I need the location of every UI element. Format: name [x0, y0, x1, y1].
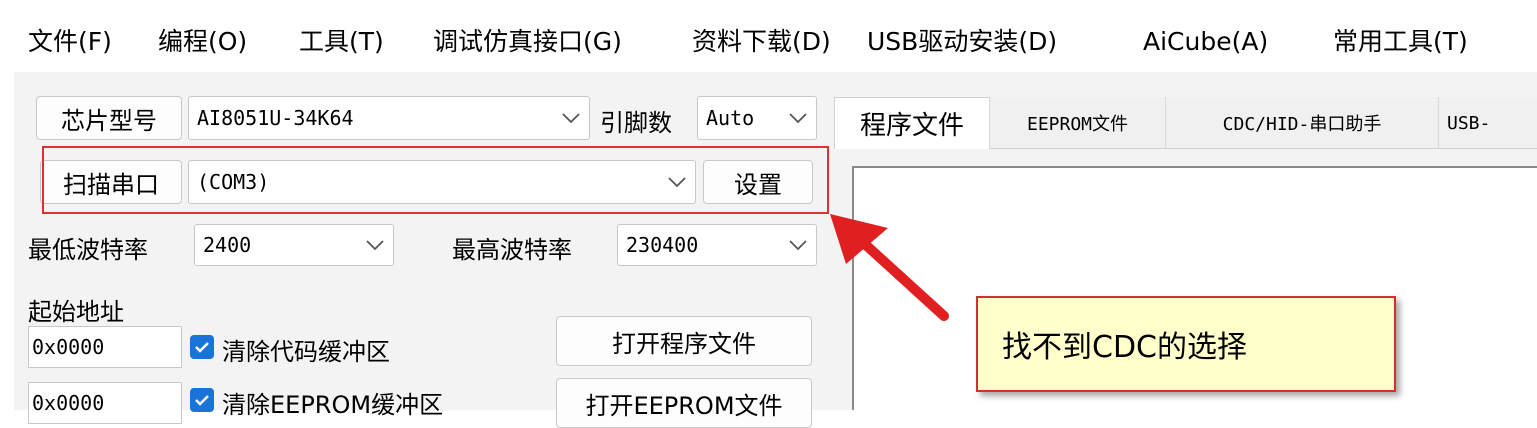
- tab-eeprom-file[interactable]: EEPROM文件: [990, 97, 1166, 149]
- menu-usb-driver[interactable]: USB驱动安装(D): [867, 24, 1057, 60]
- highlight-box: [42, 146, 829, 214]
- chevron-down-icon: [789, 240, 807, 251]
- menu-debug-interface[interactable]: 调试仿真接口(G): [433, 24, 622, 60]
- menu-file[interactable]: 文件(F): [28, 24, 112, 60]
- menu-aicube[interactable]: AiCube(A): [1143, 24, 1268, 60]
- arrow-icon: [830, 214, 949, 321]
- start-address-label: 起始地址: [28, 298, 124, 326]
- menu-tools[interactable]: 工具(T): [299, 24, 384, 60]
- tab-usb[interactable]: USB-: [1439, 97, 1537, 149]
- max-baud-select[interactable]: 230400: [617, 224, 817, 266]
- menu-common-tools[interactable]: 常用工具(T): [1333, 24, 1468, 60]
- code-start-address-input[interactable]: 0x0000: [28, 326, 182, 368]
- min-baud-label: 最低波特率: [28, 236, 148, 264]
- clear-code-buffer-checkbox[interactable]: [190, 335, 214, 359]
- menu-program[interactable]: 编程(O): [158, 24, 247, 60]
- eeprom-start-address-input[interactable]: 0x0000: [28, 382, 182, 424]
- min-baud-select[interactable]: 2400: [194, 224, 394, 266]
- open-eeprom-file-button[interactable]: 打开EEPROM文件: [556, 378, 812, 428]
- tab-program-file[interactable]: 程序文件: [834, 97, 990, 149]
- clear-eeprom-buffer-label: 清除EEPROM缓冲区: [222, 391, 444, 419]
- clear-code-buffer-label: 清除代码缓冲区: [222, 338, 390, 366]
- pin-count-label: 引脚数: [600, 109, 672, 137]
- check-icon: [195, 395, 209, 406]
- clear-eeprom-buffer-checkbox[interactable]: [190, 388, 214, 412]
- chip-model-select[interactable]: AI8051U-34K64: [188, 96, 590, 140]
- pin-count-select[interactable]: Auto: [697, 96, 817, 140]
- callout-text: 找不到CDC的选择: [1002, 330, 1247, 365]
- min-baud-value: 2400: [203, 233, 252, 257]
- menu-downloads[interactable]: 资料下载(D): [692, 24, 831, 60]
- open-program-file-button[interactable]: 打开程序文件: [556, 316, 812, 366]
- max-baud-label: 最高波特率: [452, 236, 572, 264]
- callout-note: 找不到CDC的选择: [976, 296, 1396, 392]
- chevron-down-icon: [366, 240, 384, 251]
- chip-model-value: AI8051U-34K64: [197, 106, 354, 130]
- chip-model-button[interactable]: 芯片型号: [36, 96, 182, 140]
- tab-cdc-hid-serial[interactable]: CDC/HID-串口助手: [1166, 97, 1439, 149]
- max-baud-value: 230400: [626, 233, 699, 257]
- chevron-down-icon: [789, 113, 807, 124]
- pin-count-value: Auto: [706, 106, 755, 130]
- chevron-down-icon: [562, 113, 580, 124]
- check-icon: [195, 342, 209, 353]
